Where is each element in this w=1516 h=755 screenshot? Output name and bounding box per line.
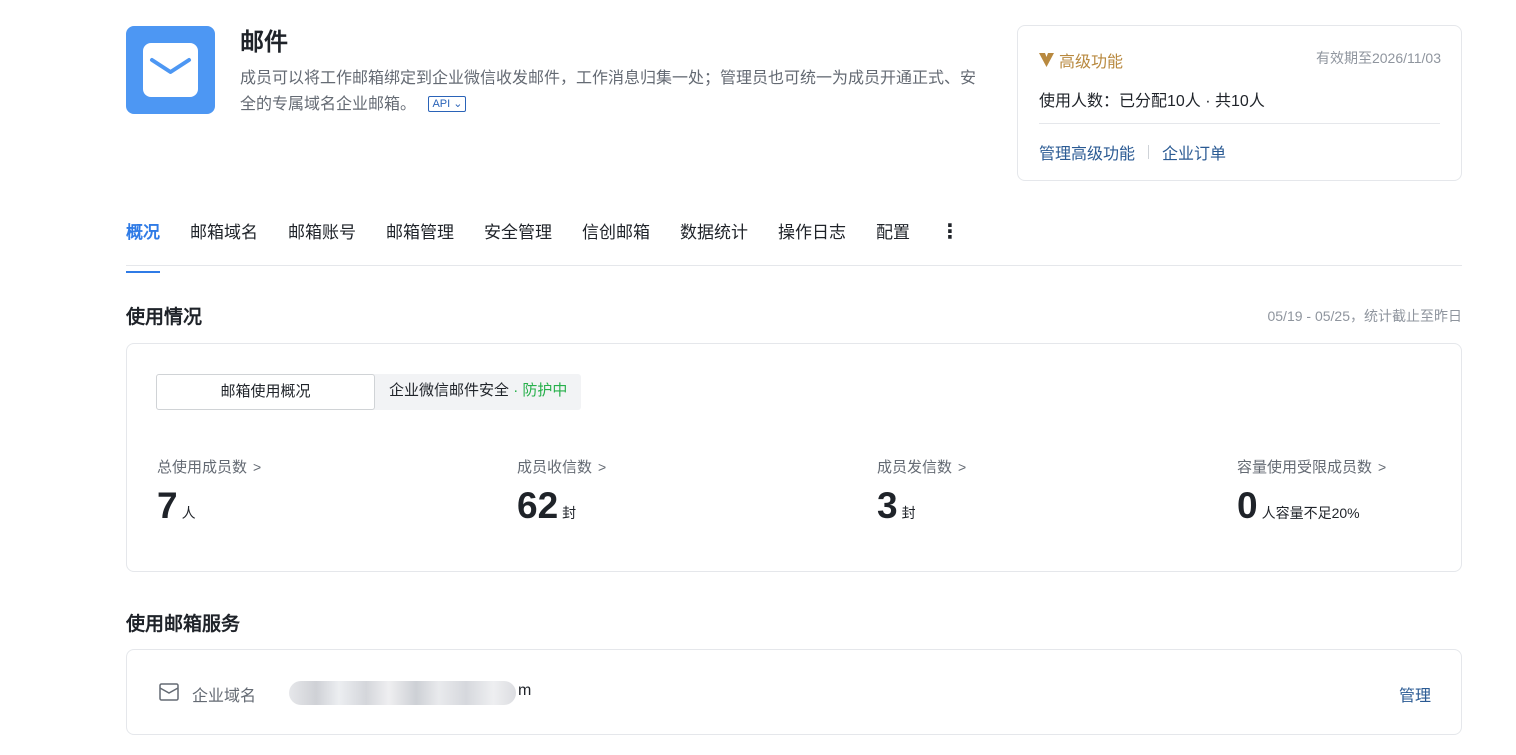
manage-premium-link[interactable]: 管理高级功能 [1039,140,1135,164]
chevron-right-icon: > [1378,458,1387,475]
stat-value: 62 [517,485,559,526]
stat-label: 容量使用受限成员数 [1237,459,1373,476]
domain-redacted [289,681,516,705]
manage-domain-link[interactable]: 管理 [1399,682,1431,706]
mail-app-icon [126,26,215,114]
tab-mail-domain[interactable]: 邮箱域名 [190,210,258,265]
stat-value: 3 [877,485,898,526]
segment-mail-overview[interactable]: 邮箱使用概况 [156,374,375,410]
premium-usage: 使用人数：已分配10人 · 共10人 [1039,93,1265,110]
tab-config[interactable]: 配置 [876,210,910,265]
stat-value: 0 [1237,485,1258,526]
segment-mail-security[interactable]: 企业微信邮件安全 · 防护中 [375,374,581,410]
link-separator [1148,145,1150,159]
more-vertical-icon[interactable]: ⋮ [940,210,960,265]
stat-unit: 人 [181,505,196,521]
premium-expiry: 有效期至2026/11/03 [1315,50,1441,66]
premium-card: 高级功能 有效期至2026/11/03 使用人数：已分配10人 · 共10人 管… [1017,25,1462,181]
service-label: 企业域名 [192,688,257,705]
security-status: · 防护中 [513,382,568,399]
service-card: 企业域名 m 管理 [126,649,1462,735]
tab-mail-management[interactable]: 邮箱管理 [386,210,454,265]
stat-label: 成员发信数 [877,459,953,476]
premium-divider [1039,123,1440,124]
usage-segmented-control: 邮箱使用概况 企业微信邮件安全 · 防护中 [156,374,582,410]
stat-total-members[interactable]: 总使用成员数 > 7 人 [157,456,261,527]
stat-sent-mails[interactable]: 成员发信数 > 3 封 [877,456,966,527]
app-description: 成员可以将工作邮箱绑定到企业微信收发邮件，工作消息归集一处；管理员也可统一为成员… [240,66,990,118]
stat-quota-limited-members[interactable]: 容量使用受限成员数 > 0 人容量不足20% [1237,456,1386,527]
domain-tail: m [518,682,532,699]
stat-unit: 封 [562,505,577,521]
tab-operation-log[interactable]: 操作日志 [778,210,846,265]
premium-header: 高级功能 [1039,48,1123,72]
stat-unit: 人容量不足20% [1261,505,1360,521]
usage-section-title: 使用情况 [126,307,203,328]
mail-outline-icon [159,683,179,701]
chevron-right-icon: > [598,458,607,475]
tab-xinchuang-mail[interactable]: 信创邮箱 [582,210,650,265]
chevron-right-icon: > [958,458,967,475]
premium-v-icon [1039,53,1054,67]
stat-label: 总使用成员数 [157,459,248,476]
tab-bar: 概况 邮箱域名 邮箱账号 邮箱管理 安全管理 信创邮箱 数据统计 操作日志 配置… [126,210,1462,273]
stat-label: 成员收信数 [517,459,593,476]
api-badge[interactable]: API ⌄ [428,96,467,112]
usage-card: 邮箱使用概况 企业微信邮件安全 · 防护中 总使用成员数 > 7 人 成员收信数 >… [126,343,1462,572]
tab-overview[interactable]: 概况 [126,210,160,273]
stat-unit: 封 [901,505,916,521]
stat-value: 7 [157,485,178,526]
tab-security[interactable]: 安全管理 [484,210,552,265]
premium-links: 管理高级功能 企业订单 [1039,140,1226,164]
usage-date-note: 05/19 - 05/25，统计截止至昨日 [1267,308,1462,324]
premium-title: 高级功能 [1059,54,1124,71]
enterprise-orders-link[interactable]: 企业订单 [1162,140,1226,164]
segment-security-label: 企业微信邮件安全 [389,382,510,399]
stat-received-mails[interactable]: 成员收信数 > 62 封 [517,456,606,527]
tab-statistics[interactable]: 数据统计 [680,210,748,265]
app-description-text: 成员可以将工作邮箱绑定到企业微信收发邮件，工作消息归集一处；管理员也可统一为成员… [240,70,977,113]
chevron-right-icon: > [253,458,262,475]
tab-mail-accounts[interactable]: 邮箱账号 [288,210,356,265]
service-section-title: 使用邮箱服务 [126,614,241,635]
envelope-icon [143,43,198,97]
app-title: 邮件 [240,29,288,56]
